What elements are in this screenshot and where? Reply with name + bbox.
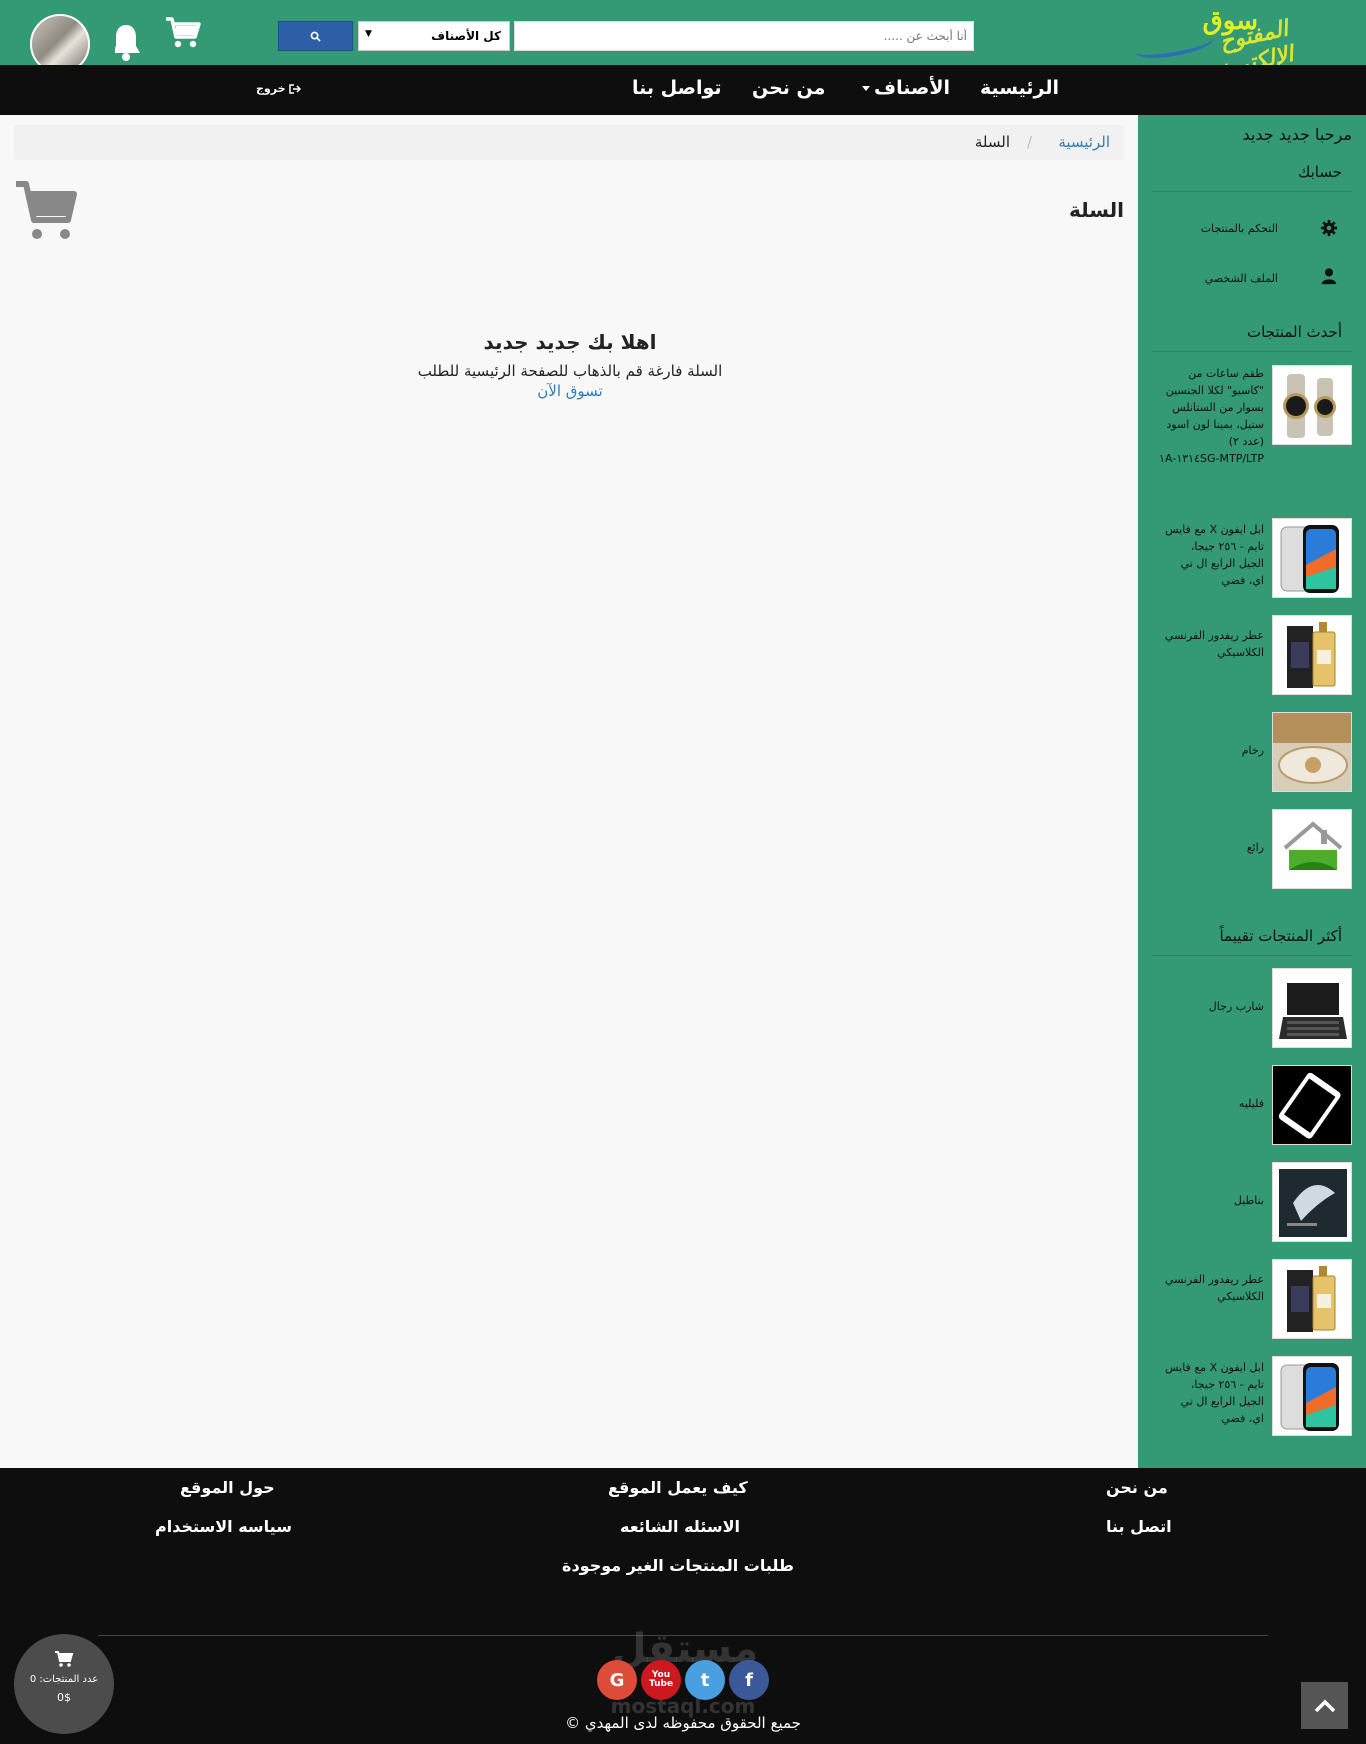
product-name[interactable]: ابل ايفون X مع فايس تايم - ٢٥٦ جيجا، الج…	[1164, 1359, 1264, 1427]
trousers-box-image	[1279, 1169, 1347, 1237]
top-header: سوق المفتوح الإلكتروني كل الأصناف ▼	[0, 0, 1366, 85]
empty-cart-message: اهلا بك جديد جديد السلة فارغة قم بالذهاب…	[300, 330, 840, 400]
sidebar-item-profile[interactable]: الملف الشخصي	[1205, 272, 1278, 285]
product-thumbnail[interactable]	[1272, 1356, 1352, 1436]
floating-cart-summary[interactable]: عدد المنتجات: 0 0$	[14, 1634, 114, 1734]
sidebar-item-manage-products[interactable]: التحكم بالمنتجات	[1201, 222, 1278, 235]
footer-about-us[interactable]: من نحن	[1106, 1478, 1168, 1497]
logout-label: خروج	[256, 82, 286, 95]
watch-image	[1283, 374, 1336, 438]
twitter-icon[interactable]: t	[685, 1660, 725, 1700]
product-thumbnail[interactable]	[1272, 1065, 1352, 1145]
caret-down-icon	[862, 86, 870, 91]
footer-terms[interactable]: سياسه الاستخدام	[155, 1517, 292, 1536]
youtube-icon[interactable]: You Tube	[641, 1660, 681, 1700]
product-name[interactable]: شارب رجال	[1164, 998, 1264, 1015]
sidebar: مرحبا جديد جديد حسابك التحكم بالمنتجات ا…	[1138, 115, 1366, 1468]
breadcrumb: الرئيسية / السلة	[14, 125, 1124, 160]
user-icon[interactable]	[1320, 267, 1338, 285]
tablet-image	[1273, 1066, 1351, 1144]
divider	[1152, 955, 1352, 956]
product-name[interactable]: بناطيل	[1164, 1192, 1264, 1209]
product-name[interactable]: عطر ريفدور الفرنسي الكلاسيكي	[1164, 1271, 1264, 1305]
product-name[interactable]: ابل ايفون X مع فايس تايم - ٢٥٦ جيجا، الج…	[1164, 521, 1264, 589]
product-name[interactable]: رائع	[1164, 839, 1264, 856]
dropdown-arrow-icon: ▼	[365, 29, 372, 39]
main-nav: الرئيسية الأصناف من نحن تواصل بنا خروج	[0, 65, 1366, 115]
logout-link[interactable]: خروج	[256, 82, 302, 95]
footer: من نحن كيف يعمل الموقع حول الموقع اتصل ب…	[0, 1468, 1366, 1744]
product-thumbnail[interactable]	[1272, 809, 1352, 889]
search-button[interactable]	[278, 21, 353, 51]
breadcrumb-home[interactable]: الرئيسية	[1058, 133, 1110, 151]
divider	[1152, 351, 1352, 352]
product-thumbnail[interactable]	[1272, 365, 1352, 445]
cart-icon	[55, 1651, 74, 1667]
footer-contact-us[interactable]: اتصل بنا	[1106, 1517, 1172, 1536]
cart-total: 0$	[57, 1691, 71, 1704]
gear-icon[interactable]	[1320, 219, 1338, 237]
product-thumbnail[interactable]	[1272, 712, 1352, 792]
footer-how-it-works[interactable]: كيف يعمل الموقع	[608, 1478, 748, 1497]
page-title: السلة	[1068, 198, 1124, 222]
perfume-image	[1287, 622, 1336, 688]
logout-icon	[289, 84, 302, 94]
facebook-icon[interactable]: f	[729, 1660, 769, 1700]
site-logo[interactable]: سوق المفتوح الإلكتروني	[1128, 4, 1298, 85]
nav-contact[interactable]: تواصل بنا	[632, 77, 722, 99]
search-icon	[310, 31, 321, 42]
house-logo-image	[1283, 821, 1343, 870]
google-icon[interactable]: G	[597, 1660, 637, 1700]
cart-count: عدد المنتجات: 0	[29, 1674, 99, 1685]
nav-categories-label: الأصناف	[874, 77, 950, 99]
product-name[interactable]: عطر ريفدور الفرنسي الكلاسيكي	[1164, 627, 1264, 661]
product-name[interactable]: رخام	[1164, 742, 1264, 759]
category-select[interactable]: كل الأصناف ▼	[358, 21, 510, 51]
footer-missing-requests[interactable]: طلبات المنتجات الغير موجودة	[562, 1556, 794, 1575]
breadcrumb-current: السلة	[974, 133, 1010, 151]
welcome-text: مرحبا جديد جديد	[1242, 125, 1352, 144]
phone-image	[1280, 1363, 1339, 1431]
product-thumbnail[interactable]	[1272, 518, 1352, 598]
account-heading: حسابك	[1297, 163, 1342, 181]
product-thumbnail[interactable]	[1272, 968, 1352, 1048]
perfume-image	[1287, 1266, 1336, 1332]
product-name[interactable]: فليليه	[1164, 1095, 1264, 1112]
empty-cart-text: السلة فارغة قم بالذهاب للصفحة الرئيسية ل…	[417, 362, 723, 380]
nav-categories[interactable]: الأصناف	[862, 77, 950, 99]
divider	[1152, 191, 1352, 192]
phone-image	[1280, 525, 1339, 593]
copyright-text: جميع الحقوق محفوظه لدى المهدي ©	[565, 1714, 801, 1732]
tablet-case-image	[1279, 983, 1347, 1039]
product-thumbnail[interactable]	[1272, 615, 1352, 695]
scroll-to-top-button[interactable]	[1301, 1682, 1348, 1729]
empty-cart-icon	[16, 181, 77, 239]
top-rated-heading: أكثر المنتجات تقييماً	[1219, 927, 1342, 945]
chevron-up-icon	[1314, 1699, 1335, 1712]
footer-about-site[interactable]: حول الموقع	[180, 1478, 275, 1497]
product-name[interactable]: طقم ساعات من "كاسيو" لكلا الجنسين بسوار …	[1159, 365, 1264, 467]
nav-about[interactable]: من نحن	[752, 77, 825, 99]
product-thumbnail[interactable]	[1272, 1259, 1352, 1339]
latest-products-heading: أحدث المنتجات	[1246, 323, 1342, 341]
nav-home[interactable]: الرئيسية	[980, 77, 1059, 99]
search-input[interactable]	[514, 21, 974, 51]
marble-image	[1273, 713, 1351, 791]
footer-faq[interactable]: الاسئله الشائعه	[620, 1517, 740, 1536]
greeting-text: اهلا بك جديد جديد	[483, 330, 657, 354]
shop-now-link[interactable]: تسوق الآن	[537, 382, 602, 400]
product-thumbnail[interactable]	[1272, 1162, 1352, 1242]
cart-icon[interactable]	[165, 16, 201, 50]
breadcrumb-separator: /	[1026, 133, 1032, 151]
